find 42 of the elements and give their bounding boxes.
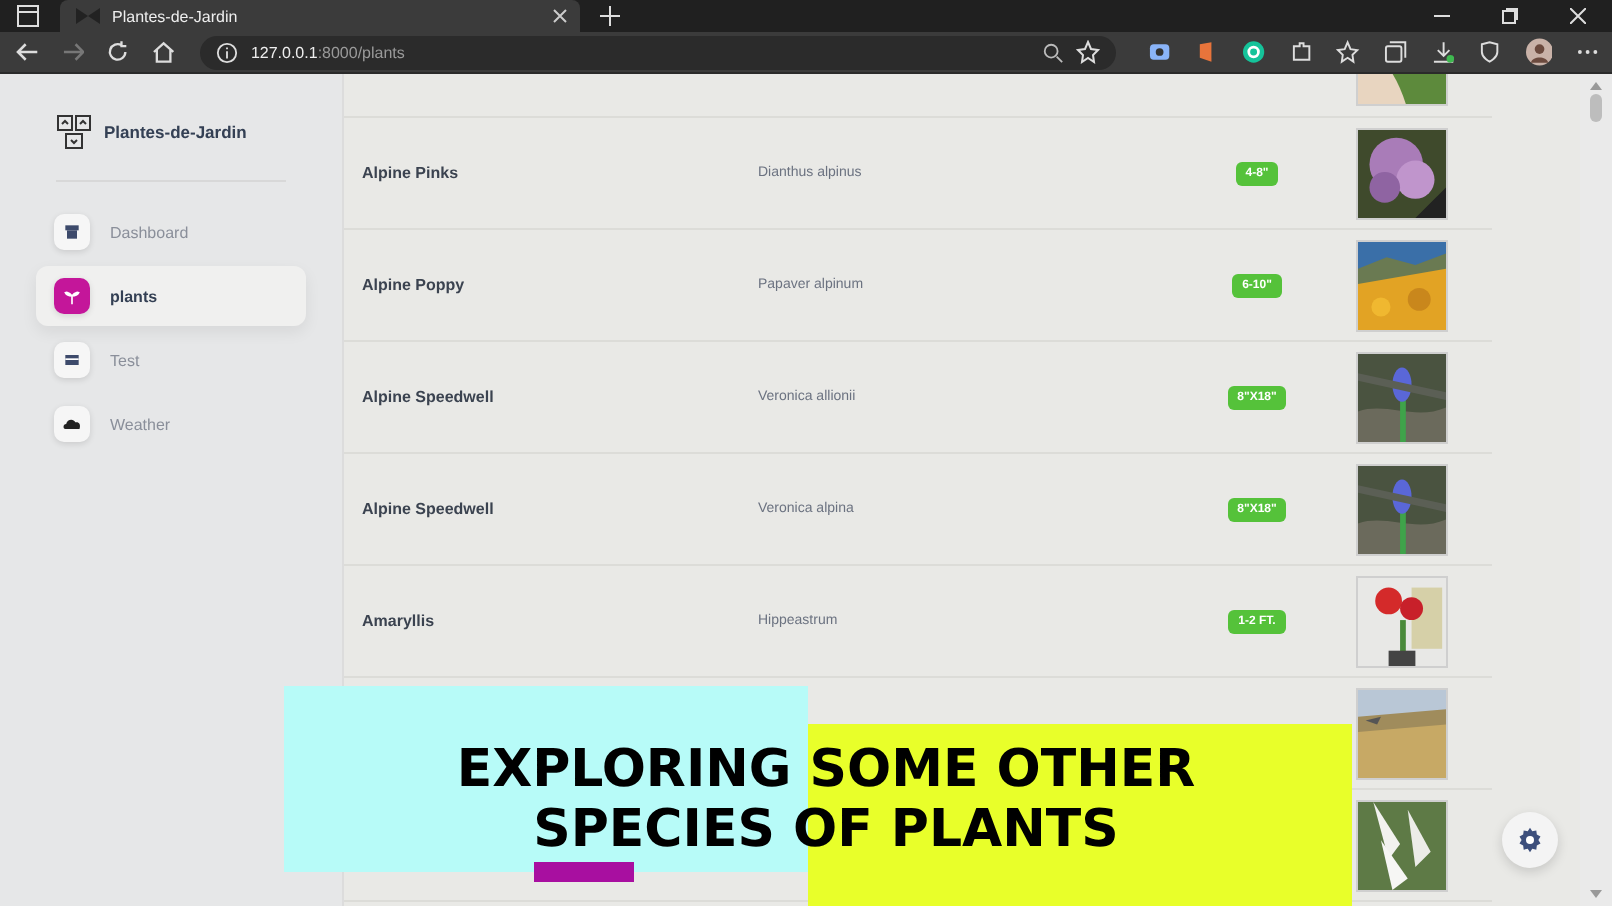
cloud-icon	[62, 414, 82, 434]
brand-name: Plantes-de-Jardin	[104, 122, 247, 142]
plant-name: Alpine Speedwell	[362, 388, 496, 406]
plant-name: Alpine Pinks	[362, 164, 461, 182]
logo-icon	[56, 114, 92, 150]
download-icon[interactable]	[1431, 40, 1455, 64]
screen-icon[interactable]	[1147, 40, 1171, 64]
favorites-icon[interactable]	[1336, 40, 1360, 64]
close-icon[interactable]	[552, 8, 568, 24]
plant-name: Alpine Poppy	[362, 276, 467, 294]
card-icon	[62, 350, 82, 370]
info-icon	[216, 41, 239, 63]
address-field[interactable]: 127.0.0.1:8000/plants	[200, 35, 1116, 69]
underline-bar	[534, 862, 634, 882]
plant-name: Alpine Speedwell	[362, 500, 496, 518]
sidebar-item[interactable]: plants	[36, 266, 306, 326]
bowtie-icon	[76, 8, 100, 24]
gear-icon	[1516, 826, 1544, 854]
back-icon[interactable]	[16, 40, 40, 64]
scrollbar-thumb[interactable]	[1590, 94, 1602, 122]
settings-button[interactable]	[1502, 812, 1558, 868]
store-icon	[62, 222, 82, 242]
forward-icon[interactable]	[61, 40, 85, 64]
more-icon[interactable]	[1576, 48, 1600, 56]
zoom-icon[interactable]	[1041, 41, 1064, 63]
grammar-icon[interactable]	[1242, 40, 1266, 64]
caption-text: EXPLORING SOME OTHER	[456, 740, 1196, 800]
avatar-icon[interactable]	[1525, 38, 1553, 66]
collections-icon[interactable]	[1383, 40, 1408, 64]
sprout-icon	[62, 286, 82, 306]
plant-name: Amaryllis	[362, 612, 437, 630]
shield-icon[interactable]	[1478, 40, 1502, 64]
close-icon[interactable]	[1570, 8, 1586, 24]
reload-icon[interactable]	[106, 40, 130, 64]
star-plus-icon[interactable]	[1075, 40, 1100, 64]
restore-icon[interactable]	[1502, 8, 1518, 24]
home-icon[interactable]	[151, 40, 175, 64]
new-tab-icon[interactable]	[600, 6, 620, 26]
extension-icon[interactable]	[1289, 40, 1313, 64]
tab-actions-icon[interactable]	[16, 4, 40, 28]
browser-tab[interactable]: Plantes-de-Jardin	[60, 0, 580, 32]
scrollbar[interactable]	[1580, 74, 1612, 906]
